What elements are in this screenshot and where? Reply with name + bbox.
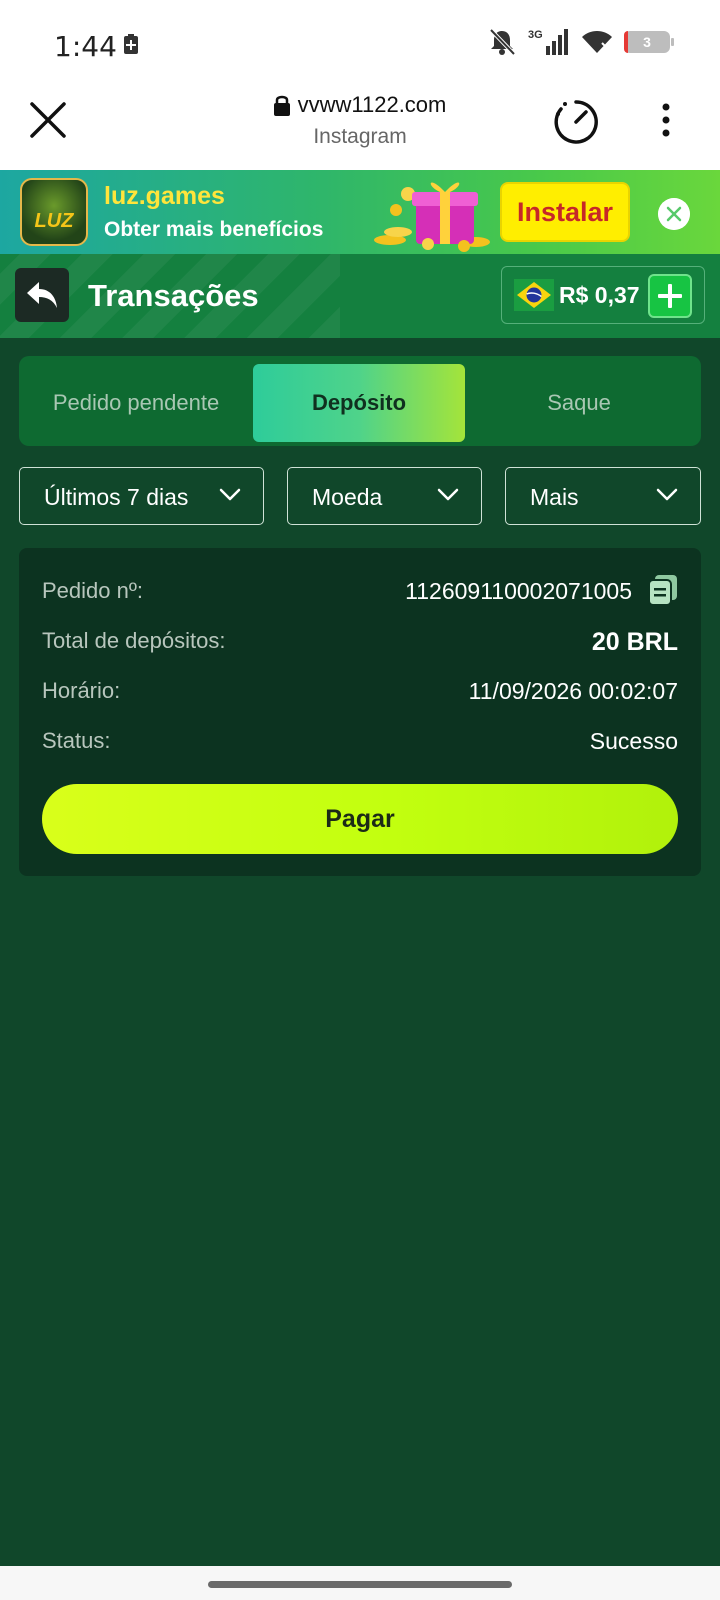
status-value: Sucesso [589, 728, 678, 754]
back-arrow-icon [27, 282, 57, 308]
time-row: Horário: 11/09/2026 00:02:07 [42, 678, 678, 708]
chevron-down-icon [437, 488, 459, 501]
status-row: Status: Sucesso [42, 728, 678, 758]
status-label: Status: [42, 728, 111, 753]
pay-button[interactable]: Pagar [42, 784, 678, 854]
battery-level-bar [624, 31, 628, 53]
tab-pending-orders[interactable]: Pedido pendente [19, 364, 253, 442]
status-icons: 3G 3 [486, 28, 674, 56]
url-source-app: Instagram [313, 125, 407, 148]
tab-withdraw[interactable]: Saque [479, 364, 679, 442]
balance-widget: R$ 0,37 [501, 266, 705, 324]
add-funds-button[interactable] [648, 274, 692, 318]
back-button[interactable] [15, 268, 69, 322]
copy-icon[interactable] [648, 574, 678, 606]
order-number-value: 112609110002071005 [405, 578, 632, 604]
tab-deposit[interactable]: Depósito [253, 364, 465, 442]
battery-saver-icon [124, 34, 138, 54]
luz-games-logo: LUZ [20, 178, 88, 246]
deposit-total-row: Total de depósitos: 20 BRL [42, 628, 678, 658]
period-dropdown-label: Últimos 7 dias [44, 484, 189, 510]
transaction-tabs: Pedido pendente Depósito Saque [19, 356, 701, 446]
banner-title: luz.games [104, 182, 225, 210]
battery-level-label: 3 [643, 34, 651, 50]
currency-dropdown[interactable]: Moeda [287, 467, 482, 525]
logo-text: LUZ [34, 210, 74, 232]
url-area[interactable]: vvww1122.com Instagram [0, 92, 720, 149]
timer-icon[interactable] [552, 98, 600, 146]
install-button[interactable]: Instalar [500, 182, 630, 242]
order-number-label: Pedido nº: [42, 578, 143, 603]
clock: 1:44 [54, 30, 117, 63]
more-options-icon[interactable] [660, 102, 672, 138]
status-bar: 1:44 3G 3 [0, 0, 720, 84]
currency-dropdown-label: Moeda [312, 484, 383, 510]
url-domain: vvww1122.com [297, 92, 447, 117]
banner-subtitle: Obter mais benefícios [104, 218, 324, 241]
banner-close-icon[interactable] [658, 198, 690, 230]
page-title: Transações [88, 278, 259, 313]
lock-icon [273, 95, 290, 116]
system-nav-bar [0, 1566, 720, 1600]
order-number-row: Pedido nº: 112609110002071005 [42, 575, 678, 608]
network-type-label: 3G [528, 29, 543, 41]
transaction-card: Pedido nº: 112609110002071005 Total de d… [19, 548, 701, 876]
period-dropdown[interactable]: Últimos 7 dias [19, 467, 264, 525]
brazil-flag-icon [514, 279, 554, 311]
chevron-down-icon [219, 488, 241, 501]
battery-icon: 3 [624, 31, 674, 53]
page-header: Transações R$ 0,37 [0, 254, 720, 338]
browser-toolbar: vvww1122.com Instagram [0, 84, 720, 170]
signal-icon: 3G [528, 29, 568, 55]
app-install-banner[interactable]: LUZ luz.games Obter mais benefícios Inst… [0, 170, 720, 254]
wifi-icon [582, 31, 612, 53]
more-filters-label: Mais [530, 484, 579, 510]
time-value: 11/09/2026 00:02:07 [468, 678, 678, 704]
more-filters-dropdown[interactable]: Mais [505, 467, 701, 525]
time-label: Horário: [42, 678, 121, 703]
home-gesture-handle[interactable] [208, 1581, 512, 1588]
plus-icon [658, 284, 682, 308]
deposit-total-value: 20 BRL [591, 628, 678, 656]
gift-coins-image [374, 182, 490, 252]
chevron-down-icon [656, 488, 678, 501]
bell-muted-icon [489, 28, 516, 56]
balance-amount: R$ 0,37 [559, 282, 640, 308]
deposit-total-label: Total de depósitos: [42, 628, 226, 653]
